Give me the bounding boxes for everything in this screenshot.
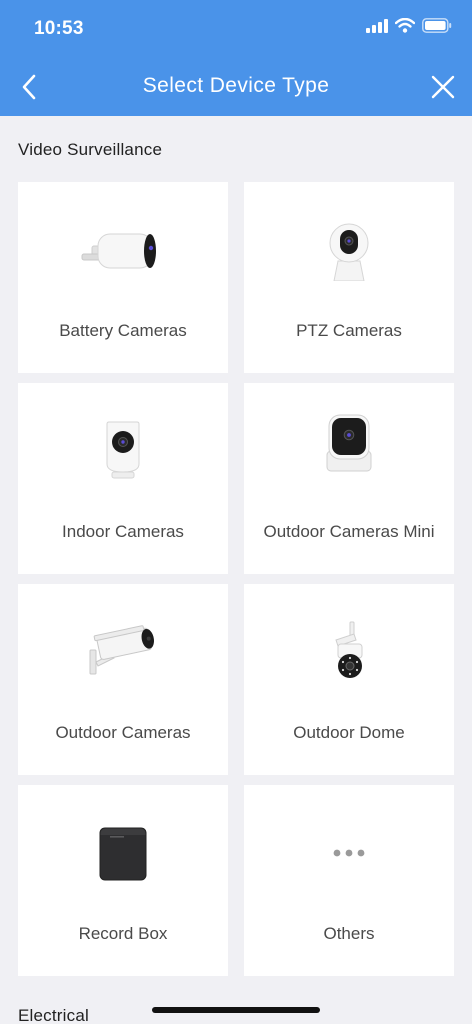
indoor-camera-icon bbox=[18, 411, 228, 491]
device-card-outdoor-dome[interactable]: Outdoor Dome bbox=[244, 584, 454, 775]
more-icon bbox=[244, 813, 454, 893]
record-box-icon bbox=[18, 813, 228, 893]
device-label: Outdoor Cameras Mini bbox=[263, 521, 435, 541]
device-label: Outdoor Dome bbox=[293, 722, 405, 742]
home-indicator[interactable] bbox=[152, 1007, 320, 1013]
status-icons bbox=[366, 18, 452, 33]
navigation-bar: Select Device Type bbox=[0, 62, 472, 112]
close-button[interactable] bbox=[426, 70, 460, 104]
outdoor-camera-mini-icon bbox=[244, 405, 454, 485]
header-bar: 10:53 Select Device Type bbox=[0, 0, 472, 116]
device-card-ptz-cameras[interactable]: PTZ Cameras bbox=[244, 182, 454, 373]
battery-camera-icon bbox=[18, 210, 228, 290]
device-card-record-box[interactable]: Record Box bbox=[18, 785, 228, 976]
device-label: Record Box bbox=[78, 923, 168, 943]
battery-icon bbox=[422, 18, 452, 33]
device-card-outdoor-cameras[interactable]: Outdoor Cameras bbox=[18, 584, 228, 775]
device-label: Others bbox=[323, 923, 375, 943]
device-card-battery-cameras[interactable]: Battery Cameras bbox=[18, 182, 228, 373]
device-label: PTZ Cameras bbox=[296, 320, 402, 340]
status-time: 10:53 bbox=[34, 18, 84, 39]
wifi-icon bbox=[395, 18, 415, 33]
page-title: Select Device Type bbox=[142, 74, 330, 97]
device-card-outdoor-cameras-mini[interactable]: Outdoor Cameras Mini bbox=[244, 383, 454, 574]
ptz-camera-icon bbox=[244, 210, 454, 290]
close-icon bbox=[431, 75, 455, 99]
device-label: Outdoor Cameras bbox=[55, 722, 191, 742]
outdoor-camera-icon bbox=[18, 612, 228, 692]
section-title-video-surveillance: Video Surveillance bbox=[18, 140, 163, 159]
cellular-signal-icon bbox=[366, 18, 388, 33]
device-card-others[interactable]: Others bbox=[244, 785, 454, 976]
device-label: Battery Cameras bbox=[59, 320, 187, 340]
outdoor-dome-icon bbox=[244, 612, 454, 692]
device-label: Indoor Cameras bbox=[62, 521, 184, 541]
device-type-grid: Battery Cameras PTZ Cameras Indoor Camer bbox=[18, 182, 454, 976]
section-title-electrical: Electrical bbox=[18, 1006, 89, 1024]
device-card-indoor-cameras[interactable]: Indoor Cameras bbox=[18, 383, 228, 574]
